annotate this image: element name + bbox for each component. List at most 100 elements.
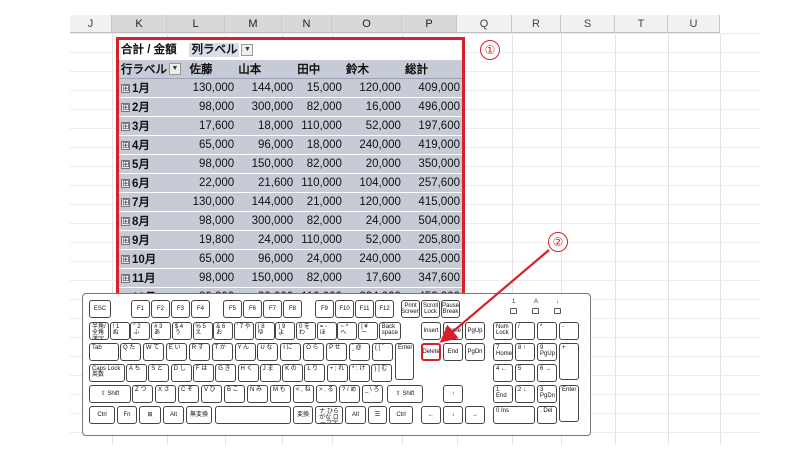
pivot-cell[interactable]: 22,000 (187, 173, 237, 193)
pivot-cell[interactable]: 240,000 (343, 249, 403, 269)
pivot-cell[interactable]: 409,000 (402, 78, 462, 98)
pivot-cell[interactable]: 19,800 (187, 230, 237, 250)
pivot-cell[interactable]: 130,000 (187, 78, 237, 98)
table-row[interactable]: ⊞ 6月 22,000 21,600 110,000 104,000 257,600 (119, 173, 462, 193)
pivot-cell[interactable]: 82,000 (295, 268, 344, 288)
column-header-o[interactable]: O (332, 15, 402, 33)
pivot-cell[interactable]: 240,000 (343, 135, 403, 155)
expand-icon[interactable]: ⊞ (121, 273, 130, 283)
pivot-row-label-cell[interactable]: 行ラベル ▼ (119, 59, 188, 79)
table-row[interactable]: ⊞ 8月 98,000 300,000 82,000 24,000 504,000 (119, 211, 462, 231)
pivot-row-header[interactable]: ⊞ 10月 (119, 249, 188, 269)
pivot-cell[interactable]: 24,000 (295, 249, 344, 269)
pivot-row-header[interactable]: ⊞ 7月 (119, 192, 188, 212)
pivot-cell[interactable]: 419,000 (402, 135, 462, 155)
column-header-k[interactable]: K (112, 15, 167, 33)
pivot-cell[interactable]: 24,000 (343, 211, 403, 231)
pivot-table[interactable]: 合計 / 金額 列ラベル ▼ 行ラベル ▼ 佐藤 山本 田中 鈴木 総計 ⊞ 1月 130,000 144… (116, 37, 465, 329)
expand-icon[interactable]: ⊞ (121, 216, 130, 226)
pivot-row-header[interactable]: ⊞ 2月 (119, 97, 188, 117)
pivot-cell[interactable]: 120,000 (343, 192, 403, 212)
column-header-u[interactable]: U (668, 15, 720, 33)
pivot-cell[interactable]: 197,600 (402, 116, 462, 136)
column-header-t[interactable]: T (615, 15, 668, 33)
pivot-row-header[interactable]: ⊞ 11月 (119, 268, 188, 288)
column-header-j[interactable]: J (70, 15, 112, 33)
pivot-cell[interactable]: 150,000 (236, 268, 296, 288)
pivot-cell[interactable]: 120,000 (343, 78, 403, 98)
pivot-cell[interactable]: 20,000 (343, 154, 403, 174)
pivot-cell[interactable]: 98,000 (187, 97, 237, 117)
pivot-cell[interactable]: 21,600 (236, 173, 296, 193)
pivot-cell[interactable]: 82,000 (295, 154, 344, 174)
expand-icon[interactable]: ⊞ (121, 159, 130, 169)
column-header-q[interactable]: Q (457, 15, 512, 33)
pivot-cell[interactable]: 98,000 (187, 211, 237, 231)
pivot-cell[interactable]: 96,000 (236, 135, 296, 155)
pivot-cell[interactable]: 425,000 (402, 249, 462, 269)
table-row[interactable]: ⊞ 3月 17,600 18,000 110,000 52,000 197,600 (119, 116, 462, 136)
pivot-cell[interactable]: 104,000 (343, 173, 403, 193)
column-header-l[interactable]: L (167, 15, 225, 33)
pivot-cell[interactable]: 65,000 (187, 135, 237, 155)
pivot-cell[interactable]: 347,600 (402, 268, 462, 288)
pivot-column-label-cell[interactable]: 列ラベル ▼ (187, 40, 462, 60)
column-header-s[interactable]: S (561, 15, 615, 33)
pivot-cell[interactable]: 16,000 (343, 97, 403, 117)
expand-icon[interactable]: ⊞ (121, 102, 130, 112)
column-header-m[interactable]: M (225, 15, 282, 33)
expand-icon[interactable]: ⊞ (121, 121, 130, 131)
pivot-row-header[interactable]: ⊞ 6月 (119, 173, 188, 193)
pivot-cell[interactable]: 52,000 (343, 116, 403, 136)
pivot-row-header[interactable]: ⊞ 8月 (119, 211, 188, 231)
table-row[interactable]: ⊞ 2月 98,000 300,000 82,000 16,000 496,000 (119, 97, 462, 117)
pivot-cell[interactable]: 24,000 (236, 230, 296, 250)
expand-icon[interactable]: ⊞ (121, 140, 130, 150)
pivot-cell[interactable]: 82,000 (295, 211, 344, 231)
pivot-cell[interactable]: 18,000 (295, 135, 344, 155)
column-header-n[interactable]: N (282, 15, 332, 33)
expand-icon[interactable]: ⊞ (121, 83, 130, 93)
pivot-cell[interactable]: 130,000 (187, 192, 237, 212)
pivot-cell[interactable]: 98,000 (187, 268, 237, 288)
pivot-cell[interactable]: 350,000 (402, 154, 462, 174)
pivot-row-header[interactable]: ⊞ 9月 (119, 230, 188, 250)
table-row[interactable]: ⊞ 11月 98,000 150,000 82,000 17,600 347,600 (119, 268, 462, 288)
column-header-r[interactable]: R (512, 15, 561, 33)
pivot-row-header[interactable]: ⊞ 3月 (119, 116, 188, 136)
table-row[interactable]: ⊞ 9月 19,800 24,000 110,000 52,000 205,800 (119, 230, 462, 250)
pivot-cell[interactable]: 257,600 (402, 173, 462, 193)
column-header-p[interactable]: P (402, 15, 457, 33)
table-row[interactable]: ⊞ 7月 130,000 144,000 21,000 120,000 415,000 (119, 192, 462, 212)
expand-icon[interactable]: ⊞ (121, 254, 130, 264)
pivot-cell[interactable]: 415,000 (402, 192, 462, 212)
pivot-cell[interactable]: 110,000 (295, 173, 344, 193)
pivot-row-header[interactable]: ⊞ 5月 (119, 154, 188, 174)
pivot-cell[interactable]: 21,000 (295, 192, 344, 212)
expand-icon[interactable]: ⊞ (121, 235, 130, 245)
table-row[interactable]: ⊞ 5月 98,000 150,000 82,000 20,000 350,000 (119, 154, 462, 174)
pivot-cell[interactable]: 300,000 (236, 211, 296, 231)
pivot-cell[interactable]: 144,000 (236, 192, 296, 212)
pivot-cell[interactable]: 110,000 (295, 230, 344, 250)
pivot-cell[interactable]: 96,000 (236, 249, 296, 269)
pivot-cell[interactable]: 144,000 (236, 78, 296, 98)
table-row[interactable]: ⊞ 10月 65,000 96,000 24,000 240,000 425,000 (119, 249, 462, 269)
expand-icon[interactable]: ⊞ (121, 197, 130, 207)
pivot-cell[interactable]: 15,000 (295, 78, 344, 98)
pivot-row-header[interactable]: ⊞ 4月 (119, 135, 188, 155)
pivot-cell[interactable]: 496,000 (402, 97, 462, 117)
pivot-cell[interactable]: 205,800 (402, 230, 462, 250)
pivot-cell[interactable]: 65,000 (187, 249, 237, 269)
table-row[interactable]: ⊞ 4月 65,000 96,000 18,000 240,000 419,000 (119, 135, 462, 155)
column-filter-dropdown-icon[interactable]: ▼ (241, 44, 254, 57)
pivot-row-header[interactable]: ⊞ 1月 (119, 78, 188, 98)
pivot-cell[interactable]: 17,600 (343, 268, 403, 288)
pivot-cell[interactable]: 82,000 (295, 97, 344, 117)
pivot-cell[interactable]: 52,000 (343, 230, 403, 250)
pivot-cell[interactable]: 110,000 (295, 116, 344, 136)
pivot-cell[interactable]: 150,000 (236, 154, 296, 174)
expand-icon[interactable]: ⊞ (121, 178, 130, 188)
row-filter-dropdown-icon[interactable]: ▼ (169, 63, 181, 76)
pivot-cell[interactable]: 18,000 (236, 116, 296, 136)
